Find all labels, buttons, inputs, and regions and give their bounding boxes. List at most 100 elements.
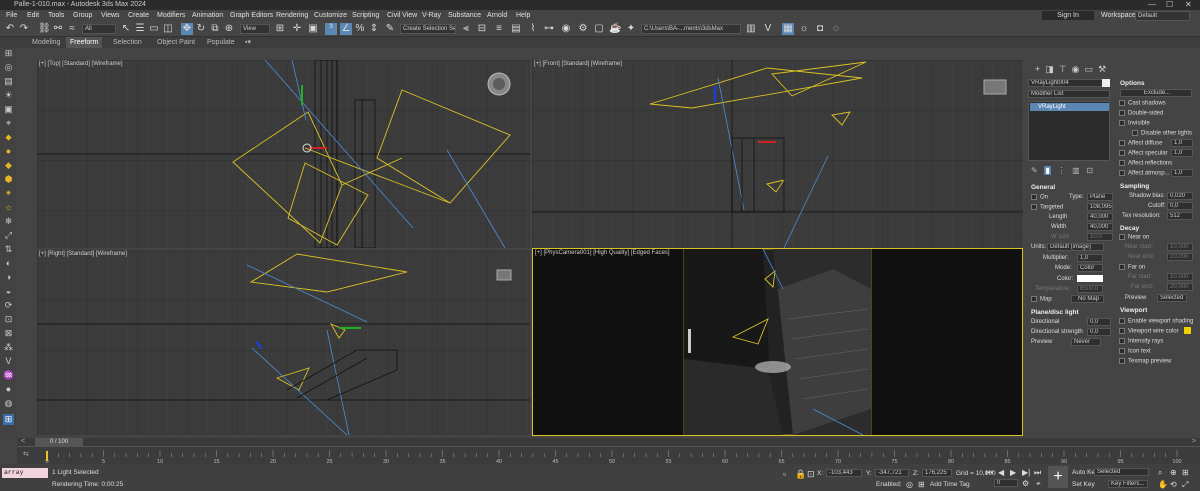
spinner-snap-icon[interactable]: ⇕ (368, 23, 380, 35)
units-dropdown[interactable]: Default (image) (1047, 243, 1104, 251)
menu-file[interactable]: File (6, 10, 17, 21)
tab-object-paint[interactable]: Object Paint (157, 37, 195, 48)
utilities-tab-icon[interactable]: ⚒ (1098, 64, 1106, 74)
remove-modifier-icon[interactable]: ▥ (1072, 166, 1080, 175)
select-manipulate-icon[interactable]: ✛ (291, 23, 303, 35)
selection-filter-dropdown[interactable]: All (82, 24, 116, 34)
material-editor-icon[interactable]: ◉ (560, 23, 572, 35)
option-cast-shadows[interactable]: Cast shadows (1119, 100, 1166, 107)
viewport-right-label[interactable]: [+] [Right] [Standard] [Wireframe] (39, 251, 127, 257)
set-key-button[interactable]: Set Key (1072, 481, 1095, 488)
options-rollout-title[interactable]: Options (1120, 80, 1145, 87)
undo-icon[interactable]: ↶ (4, 23, 16, 35)
menu-modifiers[interactable]: Modifiers (157, 10, 185, 21)
texmap-preview-checkbox[interactable]: Texmap preview (1119, 358, 1171, 365)
ribbon-menu-icon[interactable]: ▪▾ (245, 37, 251, 48)
percent-snap-icon[interactable]: % (354, 23, 366, 35)
motion-tab-icon[interactable]: ◉ (1072, 64, 1080, 74)
make-unique-icon[interactable]: ⋮ (1057, 166, 1065, 175)
affect-atmosp-field[interactable]: 1,0 (1171, 169, 1193, 177)
render-production-icon[interactable]: ☕ (609, 23, 621, 35)
zoom-extents-icon[interactable]: ⊞ (1182, 468, 1189, 477)
time-slider-next-icon[interactable]: > (1192, 438, 1196, 445)
stack-item-vraylight[interactable]: VRayLight (1030, 103, 1109, 111)
xref-icon[interactable]: ⟳ (3, 300, 14, 311)
menu-views[interactable]: Views (101, 10, 120, 21)
orbit-icon[interactable]: ⟲ (1170, 480, 1177, 489)
object-name-field[interactable]: VRayLight004 (1028, 79, 1110, 87)
temperature-field[interactable]: 6500,0 (1077, 285, 1103, 293)
group-icon[interactable]: ⊡ (3, 314, 14, 325)
bind-space-warp-icon[interactable]: ≈ (66, 23, 78, 35)
maximize-button[interactable]: ☐ (1166, 0, 1173, 10)
add-time-tag[interactable]: Add Time Tag (930, 481, 970, 488)
vray-icon[interactable]: V (3, 356, 14, 367)
menu-scripting[interactable]: Scripting (352, 10, 379, 21)
menu-animation[interactable]: Animation (192, 10, 223, 21)
display-tab-icon[interactable]: ▭ (1085, 64, 1094, 74)
keyboard-shortcut-icon[interactable]: ▣ (307, 23, 319, 35)
goto-end-icon[interactable]: ⏭ (1034, 468, 1041, 478)
menu-vray[interactable]: V-Ray (422, 10, 441, 21)
workspaces-dropdown[interactable]: Default (1135, 11, 1190, 21)
plane-disc-rollout-title[interactable]: Plane/disc light (1031, 309, 1079, 316)
tab-populate[interactable]: Populate (207, 37, 235, 48)
zoom-icon[interactable]: ⌕ (1158, 468, 1162, 478)
exclude-button[interactable]: Exclude... (1120, 89, 1192, 97)
unlink-icon[interactable]: ⚯ (52, 23, 64, 35)
helpers-icon[interactable]: ⌖ (3, 118, 14, 129)
container-icon[interactable]: ⊠ (3, 328, 14, 339)
layers-icon[interactable]: ▤ (3, 76, 14, 87)
configure-sets-icon[interactable]: ⊡ (1086, 166, 1093, 175)
x-coordinate-field[interactable]: -103,443 (826, 469, 862, 477)
vray-lister-icon[interactable]: ☼ (798, 23, 810, 35)
enable-viewport-shading-checkbox[interactable]: Enable viewport shading (1119, 318, 1193, 325)
track-bar-icon[interactable]: ⇆ (23, 450, 29, 458)
tab-selection[interactable]: Selection (113, 37, 142, 48)
spacewarp-filter-icon[interactable]: ✴ (3, 188, 14, 199)
zoom-all-icon[interactable]: ⊕ (1170, 468, 1177, 477)
pivot-center-icon[interactable]: ⊞ (274, 23, 286, 35)
object-color-swatch[interactable] (1102, 79, 1110, 87)
cutoff-field[interactable]: 0,0 (1167, 202, 1193, 210)
far-on-checkbox[interactable]: Far on (1119, 264, 1145, 271)
menu-arnold[interactable]: Arnold (487, 10, 507, 21)
sun-filter-icon[interactable]: ☼ (3, 202, 14, 213)
z-coordinate-field[interactable]: 176,225 (922, 469, 952, 477)
menu-group[interactable]: Group (73, 10, 92, 21)
redo-icon[interactable]: ↷ (18, 23, 30, 35)
viewport-layout-icon[interactable]: ⊞ (3, 414, 14, 425)
viewport-front[interactable]: [+] [Front] [Standard] [Wireframe] (532, 60, 1023, 248)
time-slider[interactable]: < 0 / 100 > (17, 438, 1200, 446)
wsize-field[interactable]: 10,0 (1087, 233, 1113, 241)
option-affect-reflections[interactable]: Affect reflections (1119, 160, 1172, 167)
menu-civil-view[interactable]: Civil View (387, 10, 417, 21)
wire-color-swatch[interactable] (1184, 327, 1191, 334)
close-button[interactable]: ✕ (1185, 0, 1192, 10)
display-icon[interactable]: ◐ (3, 258, 14, 269)
far-end-field[interactable]: 20,000 (1167, 283, 1193, 291)
option-affect-diffuse[interactable]: Affect diffuse (1119, 140, 1162, 147)
isolate-icon[interactable]: ◒ (3, 286, 14, 297)
current-frame-marker[interactable] (46, 451, 48, 461)
width-field[interactable]: 40,000 (1087, 223, 1113, 231)
decay-preview-dropdown[interactable]: Selected (1157, 294, 1187, 302)
isolate-icon-status[interactable]: ▫ (783, 469, 786, 479)
menu-substance[interactable]: Substance (448, 10, 481, 21)
light-filter-icon[interactable]: ⬥ (3, 132, 14, 143)
key-filters-button[interactable]: Key Filters... (1108, 480, 1148, 488)
time-slider-prev-icon[interactable]: < (21, 438, 25, 445)
time-tag-icon[interactable]: ⊞ (918, 480, 925, 489)
affect-specular-field[interactable]: 1,0 (1171, 149, 1193, 157)
multiplier-field[interactable]: 1,0 (1077, 254, 1103, 262)
prev-frame-icon[interactable]: ◀ (998, 468, 1004, 477)
viewport-right[interactable]: [+] [Right] [Standard] [Wireframe] (37, 250, 530, 435)
show-end-result-icon[interactable]: ▮ (1044, 166, 1051, 175)
particle-icon[interactable]: ⁂ (3, 342, 14, 353)
render-setup-icon[interactable]: ⚙ (577, 23, 589, 35)
shapes-filter-icon[interactable]: ◆ (3, 160, 14, 171)
current-frame-field[interactable]: 0 (994, 479, 1018, 487)
vray-frame-buffer-icon[interactable]: V (762, 23, 774, 35)
menu-edit[interactable]: Edit (27, 10, 39, 21)
absolute-mode-icon[interactable]: ⊡ (807, 469, 815, 480)
